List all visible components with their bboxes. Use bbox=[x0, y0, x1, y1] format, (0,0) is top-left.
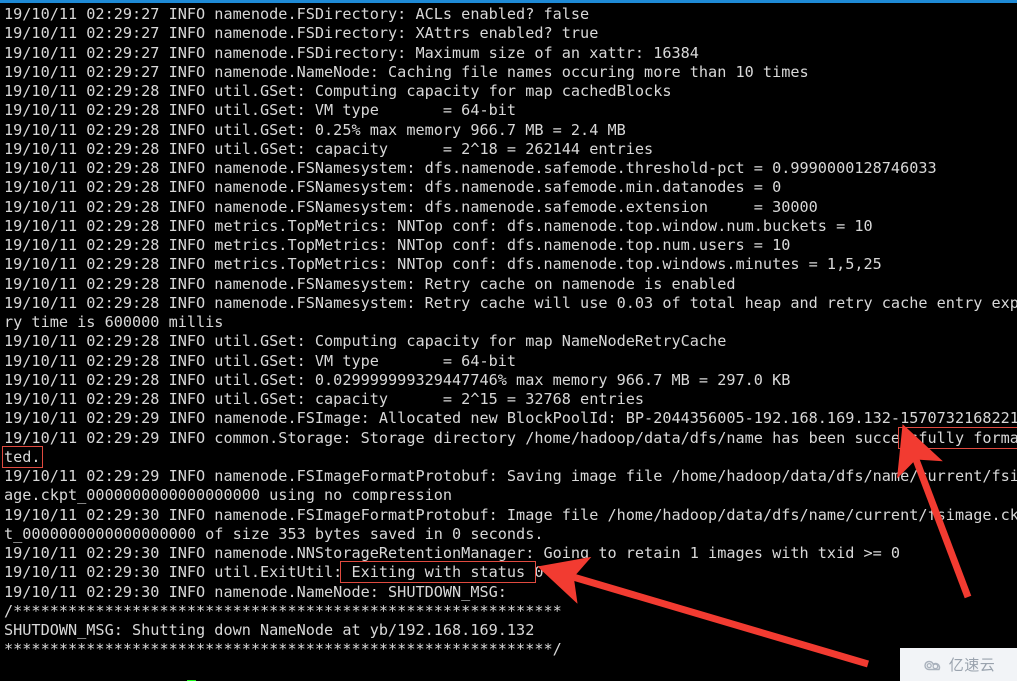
terminal-line: 19/10/11 02:29:28 INFO metrics.TopMetric… bbox=[4, 216, 873, 235]
terminal-output-area[interactable]: 19/10/11 02:29:27 INFO namenode.FSDirect… bbox=[0, 3, 1017, 681]
terminal-line: 19/10/11 02:29:28 INFO util.GSet: VM typ… bbox=[4, 351, 517, 370]
highlighted-text: Exiting with status bbox=[340, 561, 537, 584]
terminal-line: 19/10/11 02:29:30 INFO namenode.NNStorag… bbox=[4, 544, 901, 562]
terminal-line: 19/10/11 02:29:29 INFO common.Storage: S… bbox=[4, 426, 1017, 449]
terminal-line: 19/10/11 02:29:28 INFO namenode.FSNamesy… bbox=[4, 178, 782, 197]
watermark-text: 亿速云 bbox=[948, 656, 996, 674]
terminal-line: 19/10/11 02:29:28 INFO namenode.FSNamesy… bbox=[4, 197, 818, 216]
terminal-line: 19/10/11 02:29:27 INFO namenode.FSDirect… bbox=[4, 43, 699, 62]
terminal-line: 19/10/11 02:29:28 INFO util.GSet: capaci… bbox=[4, 390, 645, 408]
terminal-line: 19/10/11 02:29:27 INFO namenode.NameNode… bbox=[4, 62, 809, 81]
terminal-line: 19/10/11 02:29:28 INFO namenode.FSNamesy… bbox=[4, 274, 736, 293]
terminal-line: 19/10/11 02:29:28 INFO namenode.FSNamesy… bbox=[4, 159, 937, 177]
terminal-line: 19/10/11 02:29:28 INFO util.GSet: Comput… bbox=[4, 332, 727, 351]
terminal-line: 19/10/11 02:29:30 INFO namenode.FSImageF… bbox=[4, 505, 1017, 524]
terminal-line: /***************************************… bbox=[4, 601, 562, 620]
terminal-line: 19/10/11 02:29:28 INFO util.GSet: Comput… bbox=[4, 82, 672, 100]
terminal-line: SHUTDOWN_MSG: Shutting down NameNode at … bbox=[4, 621, 535, 639]
terminal-line: 19/10/11 02:29:30 INFO util.ExitUtil: Ex… bbox=[4, 561, 544, 584]
terminal-line: t_0000000000000000000 of size 353 bytes … bbox=[4, 524, 544, 543]
terminal-line: 19/10/11 02:29:28 INFO namenode.FSNamesy… bbox=[4, 293, 1017, 312]
terminal-line: 19/10/11 02:29:27 INFO namenode.FSDirect… bbox=[4, 5, 590, 23]
terminal-line: 19/10/11 02:29:28 INFO metrics.TopMetric… bbox=[4, 236, 791, 254]
terminal-line: 19/10/11 02:29:27 INFO namenode.FSDirect… bbox=[4, 24, 599, 43]
terminal-line: 19/10/11 02:29:28 INFO util.GSet: 0.0299… bbox=[4, 370, 791, 389]
terminal-line: 19/10/11 02:29:28 INFO util.GSet: 0.25% … bbox=[4, 120, 626, 139]
terminal-line: 19/10/11 02:29:28 INFO util.GSet: VM typ… bbox=[4, 101, 517, 120]
terminal-line: ry time is 600000 millis bbox=[4, 313, 224, 331]
highlighted-text: ssfully format bbox=[898, 426, 1017, 449]
terminal-line: 19/10/11 02:29:28 INFO metrics.TopMetric… bbox=[4, 255, 882, 274]
terminal-line: 19/10/11 02:29:28 INFO util.GSet: capaci… bbox=[4, 139, 654, 158]
highlighted-text: ted. bbox=[2, 445, 43, 468]
terminal-line: 19/10/11 02:29:29 INFO namenode.FSImage:… bbox=[4, 409, 1017, 428]
watermark-badge: 亿速云 bbox=[900, 648, 1017, 681]
terminal-line: ted. bbox=[2, 445, 1017, 468]
cloud-logo-icon bbox=[924, 660, 940, 670]
terminal-line: 19/10/11 02:29:29 INFO namenode.FSImageF… bbox=[4, 467, 1017, 485]
terminal-line: age.ckpt_0000000000000000000 using no co… bbox=[4, 486, 453, 505]
terminal-window: 19/10/11 02:29:27 INFO namenode.FSDirect… bbox=[0, 0, 1017, 681]
terminal-line: 19/10/11 02:29:30 INFO namenode.NameNode… bbox=[4, 582, 507, 601]
terminal-line: ****************************************… bbox=[4, 640, 562, 659]
